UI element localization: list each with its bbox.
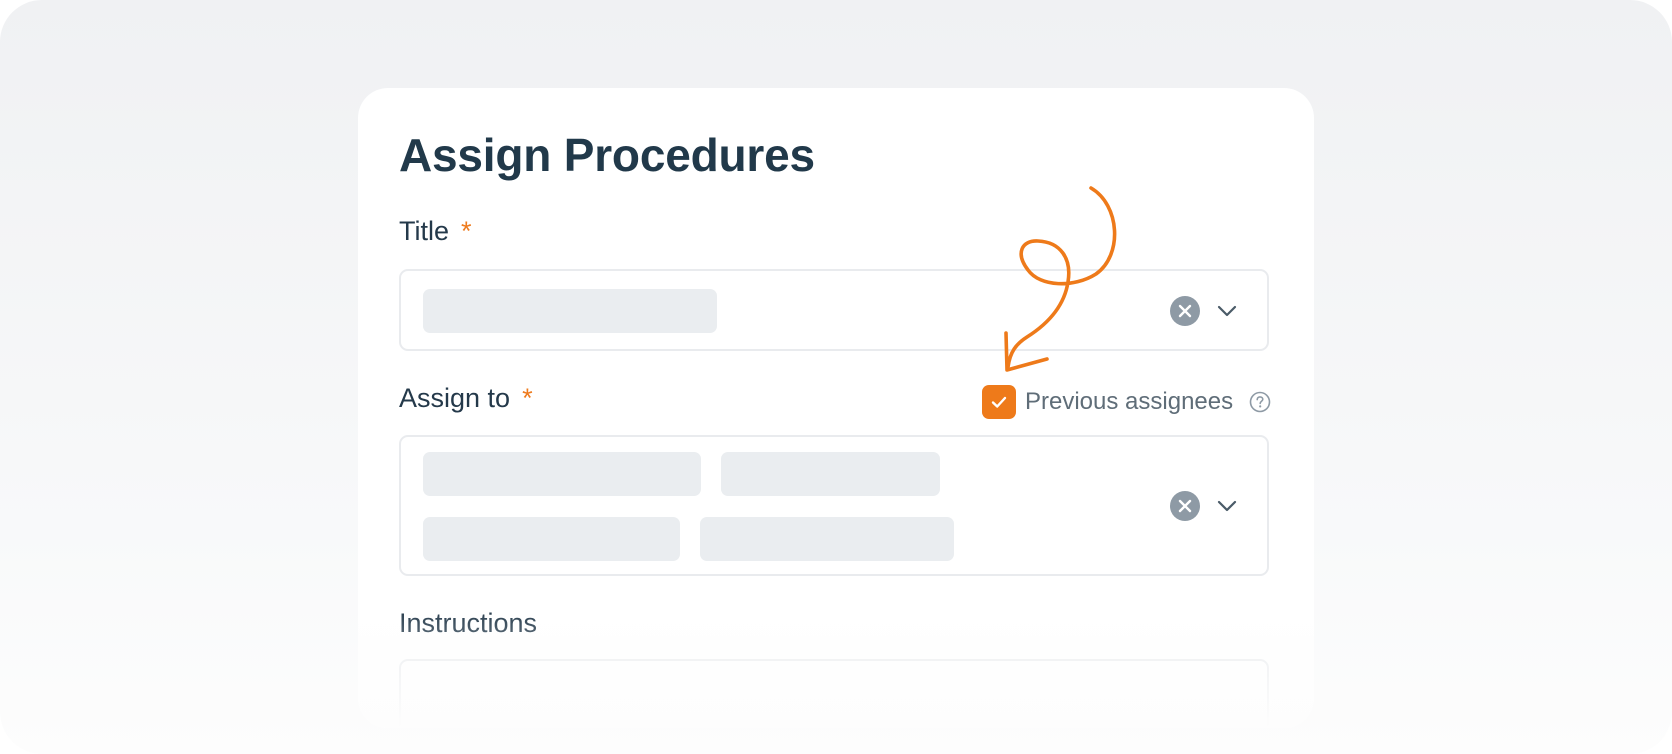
clear-x-icon[interactable] [1170,491,1200,521]
required-asterisk: * [461,216,472,246]
previous-assignees-label[interactable]: Previous assignees [1025,388,1233,416]
title-label: Title * [399,216,472,247]
assign-to-label-text: Assign to [399,383,511,413]
assignee-chip-placeholder [700,517,954,561]
assign-to-label: Assign to * [399,383,533,414]
required-asterisk: * [522,383,533,413]
page-background: Assign Procedures Title * Assign to * Pr… [0,0,1672,754]
clear-x-icon[interactable] [1170,296,1200,326]
page-title: Assign Procedures [399,129,815,181]
chevron-down-icon[interactable] [1216,499,1238,513]
title-select[interactable] [399,269,1269,351]
previous-assignees-option[interactable]: Previous assignees [982,385,1272,419]
assignee-chip-placeholder [423,452,701,496]
instructions-label: Instructions [399,608,538,638]
assign-procedures-card: Assign Procedures Title * Assign to * Pr… [358,88,1314,728]
assignee-chip-placeholder [423,517,680,561]
title-label-text: Title [399,216,450,246]
assign-to-select[interactable] [399,435,1269,576]
checkmark-icon [991,396,1007,408]
instructions-textarea[interactable] [399,659,1269,728]
assignee-chip-placeholder [721,452,940,496]
title-value-placeholder [423,289,717,333]
previous-assignees-checkbox[interactable] [982,385,1016,419]
chevron-down-icon[interactable] [1216,304,1238,318]
question-mark-icon[interactable] [1249,391,1271,413]
